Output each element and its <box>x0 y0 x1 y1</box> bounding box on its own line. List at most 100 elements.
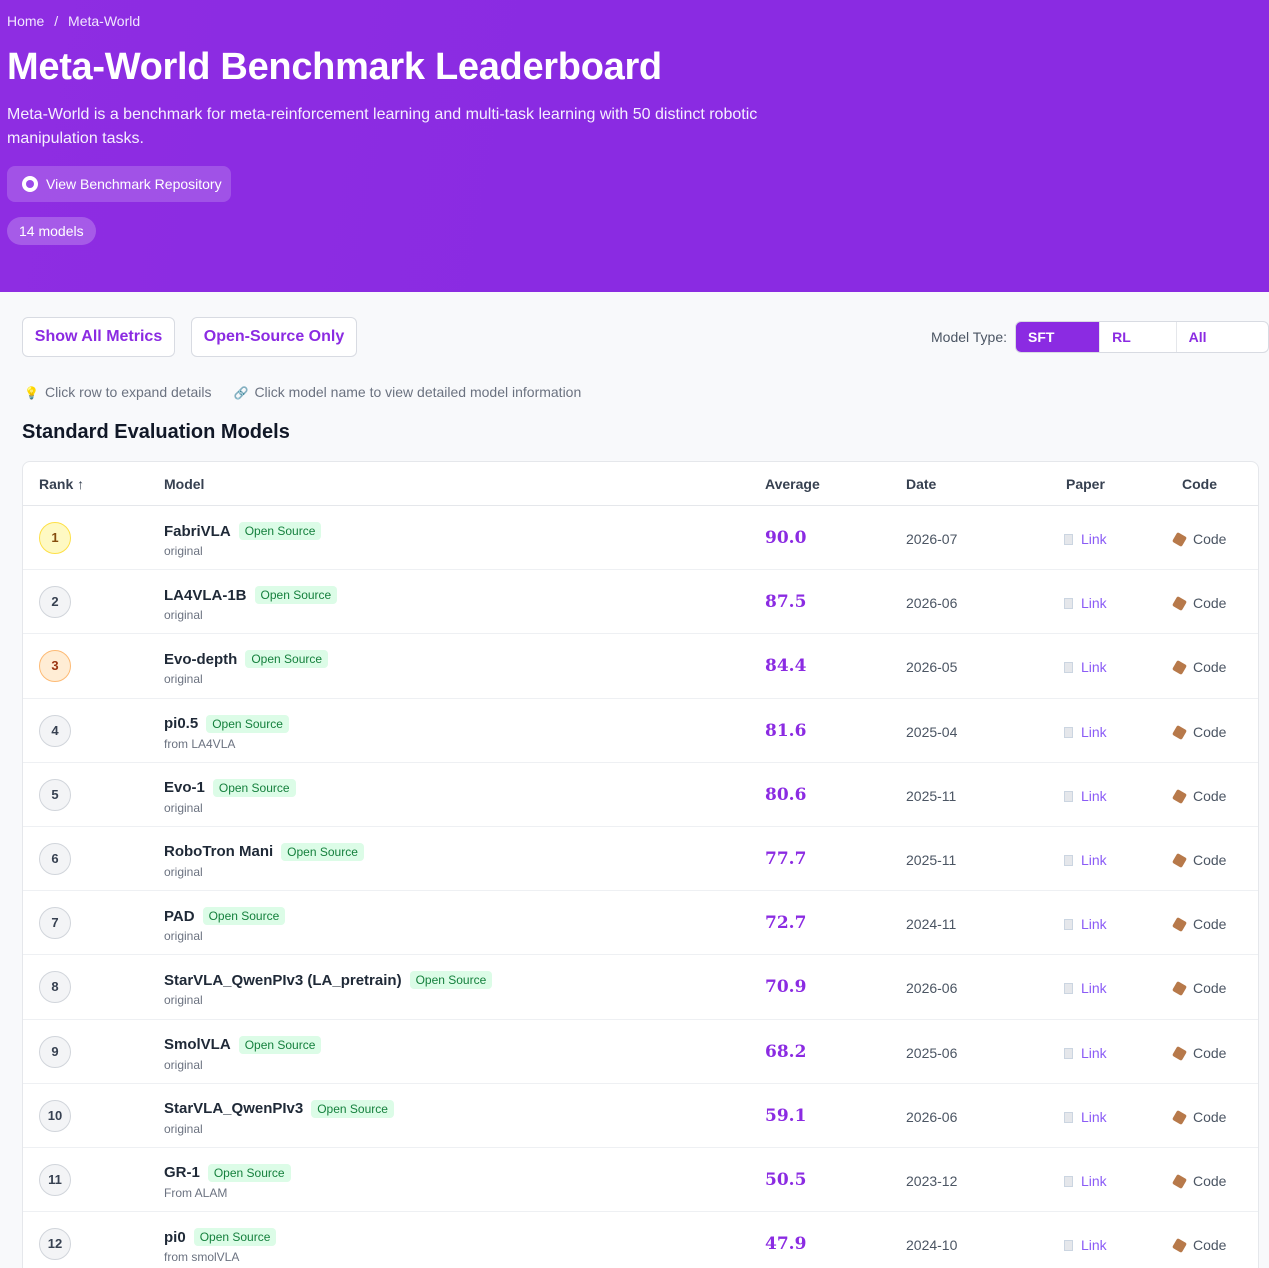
model-name-link[interactable]: Evo-depth <box>164 651 237 668</box>
release-date: 2025-11 <box>906 851 957 868</box>
model-source: original <box>164 1121 203 1136</box>
paper-link[interactable]: Link <box>1064 1109 1107 1125</box>
release-date: 2026-07 <box>906 531 958 547</box>
model-name-link[interactable]: StarVLA_QwenPIv3 (LA_pretrain) <box>164 972 402 989</box>
model-cell: SmolVLA Open Source <box>164 1035 322 1054</box>
model-cell: Evo-1 Open Source <box>164 778 296 797</box>
code-link[interactable]: Code <box>1171 1044 1227 1061</box>
sft-only-button[interactable]: SFT Only <box>1016 322 1101 352</box>
table-row[interactable]: 5 Evo-1 Open Source original 80.6 2025-11 Link… <box>23 763 1258 827</box>
paper-link[interactable]: Link <box>1064 788 1107 804</box>
code-link-label: Code <box>1193 1237 1227 1254</box>
table-row[interactable]: 3 Evo-depth Open Source original 84.4 2026-05… <box>23 634 1258 699</box>
model-source: original <box>164 544 203 558</box>
table-row[interactable]: 2 LA4VLA-1B Open Source original 87.5 2026-06… <box>23 570 1258 635</box>
hint-model-info-text: Click model name to view detailed model … <box>254 384 582 400</box>
paper-link[interactable]: Link <box>1064 724 1107 740</box>
open-source-badge: Open Source <box>212 778 296 797</box>
hint-model-info: 🔗 Click model name to view detailed model… <box>233 384 581 400</box>
paper-link[interactable]: Link <box>1064 1173 1107 1189</box>
table-row[interactable]: 4 pi0.5 Open Source from LA4VLA 81.6 2025-04 L… <box>23 699 1258 763</box>
paper-link-label: Link <box>1081 1172 1107 1189</box>
paper-link[interactable]: Link <box>1064 659 1107 675</box>
document-icon <box>1064 1240 1073 1252</box>
table-row[interactable]: 6 RoboTron Mani Open Source original 77.7 202… <box>23 827 1258 892</box>
code-link-label: Code <box>1193 595 1227 612</box>
paper-link[interactable]: Link <box>1064 916 1107 932</box>
release-date: 2024-11 <box>906 916 957 933</box>
rank-badge: 4 <box>39 714 71 747</box>
open-source-only-button[interactable]: Open-Source Only <box>191 317 357 357</box>
code-link[interactable]: Code <box>1171 788 1226 804</box>
code-link[interactable]: Code <box>1171 724 1226 740</box>
breadcrumb-home[interactable]: Home <box>7 13 44 29</box>
model-name-link[interactable]: GR-1 <box>164 1164 200 1181</box>
model-source: original <box>164 864 203 879</box>
paper-link-label: Link <box>1081 1237 1107 1254</box>
column-header-date[interactable]: Date <box>906 476 936 492</box>
rank-badge: 2 <box>39 586 71 619</box>
code-link[interactable]: Code <box>1171 531 1226 548</box>
code-link[interactable]: Code <box>1171 1109 1226 1125</box>
code-link[interactable]: Code <box>1171 659 1226 676</box>
table-row[interactable]: 9 SmolVLA Open Source original 68.2 2025-06 Li… <box>23 1020 1258 1084</box>
column-header-model[interactable]: Model <box>164 476 204 492</box>
paper-link-label: Link <box>1081 659 1107 676</box>
model-name-link[interactable]: PAD <box>164 908 195 925</box>
model-cell: Evo-depth Open Source <box>164 650 329 669</box>
code-link[interactable]: Code <box>1171 852 1226 868</box>
package-icon <box>1171 852 1188 868</box>
paper-link[interactable]: Link <box>1064 595 1107 611</box>
model-cell: GR-1 Open Source <box>164 1163 291 1182</box>
paper-link[interactable]: Link <box>1064 980 1107 996</box>
open-source-badge: Open Source <box>281 842 364 861</box>
code-link[interactable]: Code <box>1171 595 1227 612</box>
open-source-badge: Open Source <box>206 714 289 733</box>
model-name-link[interactable]: pi0 <box>164 1229 186 1246</box>
rank-badge: 8 <box>39 971 71 1004</box>
view-repository-button[interactable]: View Benchmark Repository <box>7 166 231 202</box>
code-link[interactable]: Code <box>1171 980 1226 997</box>
paper-link[interactable]: Link <box>1064 1045 1107 1061</box>
model-name-link[interactable]: RoboTron Mani <box>164 843 273 860</box>
document-icon <box>1064 662 1073 674</box>
table-row[interactable]: 7 PAD Open Source original 72.7 2024-11 Link Co… <box>23 891 1258 956</box>
paper-link-label: Link <box>1081 787 1107 804</box>
column-header-rank[interactable]: Rank ↑ <box>39 476 84 492</box>
package-icon <box>1171 917 1188 933</box>
table-row[interactable]: 10 StarVLA_QwenPIv3 Open Source original 59.… <box>23 1084 1258 1148</box>
table-row[interactable]: 8 StarVLA_QwenPIv3 (LA_pretrain) Open Sour… <box>23 955 1258 1020</box>
paper-link[interactable]: Link <box>1064 1237 1107 1253</box>
code-link[interactable]: Code <box>1171 1173 1226 1189</box>
table-row[interactable]: 12 pi0 Open Source from smolVLA 47.9 2024-10 L… <box>23 1212 1258 1268</box>
paper-link[interactable]: Link <box>1064 531 1107 547</box>
model-name-link[interactable]: LA4VLA-1B <box>164 587 247 604</box>
column-header-average[interactable]: Average <box>765 476 820 492</box>
open-source-badge: Open Source <box>311 1099 394 1118</box>
code-link[interactable]: Code <box>1171 1237 1227 1254</box>
model-name-link[interactable]: SmolVLA <box>164 1036 231 1053</box>
average-score: 81.6 <box>765 720 807 741</box>
document-icon <box>1064 598 1073 610</box>
package-icon <box>1171 724 1188 740</box>
model-source: From ALAM <box>164 1185 228 1200</box>
average-score: 59.1 <box>765 1105 807 1126</box>
code-link-label: Code <box>1193 1044 1227 1061</box>
paper-link[interactable]: Link <box>1064 852 1107 868</box>
code-link[interactable]: Code <box>1171 916 1226 933</box>
model-name-link[interactable]: Evo-1 <box>164 779 205 796</box>
average-score: 70.9 <box>765 977 807 998</box>
release-date: 2026-06 <box>906 980 958 997</box>
document-icon <box>1064 790 1073 802</box>
model-name-link[interactable]: pi0.5 <box>164 715 198 732</box>
release-date: 2023-12 <box>906 1172 958 1189</box>
show-all-metrics-button[interactable]: Show All Metrics <box>22 317 175 357</box>
model-name-link[interactable]: FabriVLA <box>164 523 231 540</box>
open-source-badge: Open Source <box>207 1163 291 1182</box>
model-name-link[interactable]: StarVLA_QwenPIv3 <box>164 1100 303 1117</box>
table-row[interactable]: 11 GR-1 Open Source From ALAM 50.5 2023-12 Lin… <box>23 1148 1258 1213</box>
rl-only-button[interactable]: RL Only <box>1100 322 1177 352</box>
all-models-button[interactable]: All Models <box>1177 322 1268 352</box>
model-count-badge: 14 models <box>7 217 96 245</box>
table-row[interactable]: 1 FabriVLA Open Source original 90.0 2026-07 L… <box>23 506 1258 571</box>
